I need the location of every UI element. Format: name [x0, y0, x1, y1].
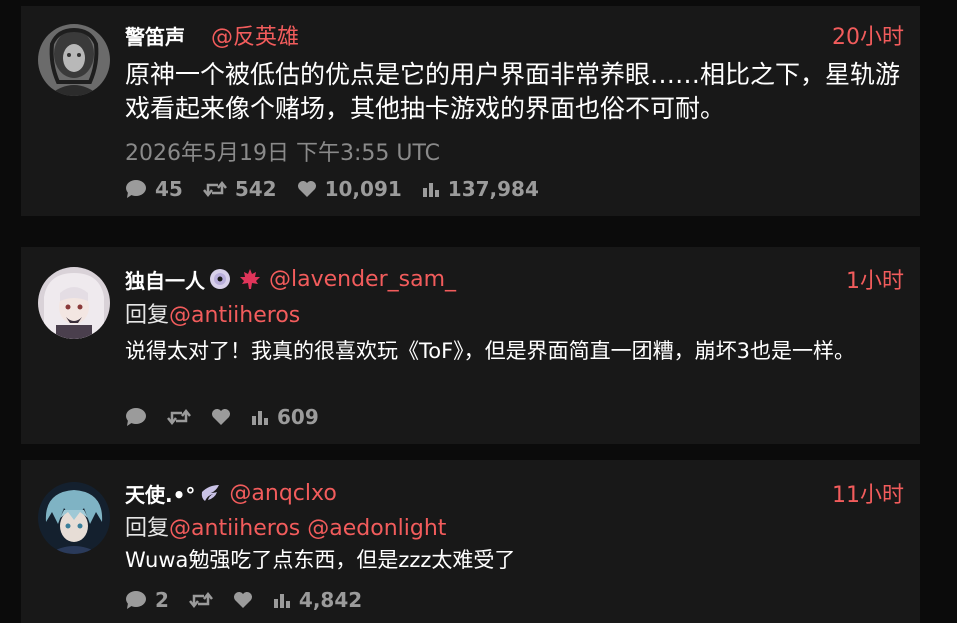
- reply-context: 回复@antiiheros @aedonlight: [125, 510, 446, 542]
- tweet-card[interactable]: 天使.•° @anqclxo 11小时 回复@antiiheros @aedon…: [21, 460, 920, 623]
- like-button[interactable]: [211, 408, 231, 426]
- avatar[interactable]: [38, 24, 110, 96]
- wing-icon: [199, 483, 221, 503]
- bar-chart-icon: [251, 408, 269, 426]
- display-name[interactable]: 警笛声: [125, 21, 185, 50]
- retweet-button[interactable]: [167, 407, 191, 427]
- like-button[interactable]: [233, 591, 253, 609]
- display-name[interactable]: 独自一人: [125, 265, 205, 294]
- tweet-time[interactable]: 1小时: [846, 263, 904, 295]
- view-count: 137,984: [447, 177, 539, 201]
- retweet-icon: [167, 407, 191, 427]
- view-count: 4,842: [298, 588, 363, 612]
- tweet-time[interactable]: 11小时: [832, 477, 904, 509]
- reply-mention-link[interactable]: @antiiheros @aedonlight: [169, 516, 446, 541]
- tweet-actions: 609: [125, 404, 339, 430]
- avatar[interactable]: [38, 482, 110, 554]
- heart-icon: [211, 408, 231, 426]
- user-handle[interactable]: @lavender_sam_: [269, 267, 456, 292]
- heart-icon: [297, 180, 317, 198]
- tweet-header: 天使.•° @anqclxo 11小时: [125, 477, 904, 509]
- view-count: 609: [277, 405, 319, 429]
- tweet-text: 原神一个被低估的优点是它的用户界面非常养眼……相比之下，星轨游戏看起来像个赌场，…: [125, 60, 901, 123]
- tweet-actions: 2 4,842: [125, 587, 382, 613]
- reply-prefix: 回复: [125, 516, 170, 541]
- tweet-date: 2026年5月19日 下午3:55 UTC: [125, 141, 440, 166]
- crescent-moon-icon: [189, 26, 203, 44]
- maple-leaf-icon: [239, 268, 261, 290]
- reply-icon: [125, 179, 147, 199]
- timeline: 警笛声 @反英雄 20小时 原神一个被低估的优点是它的用户界面非常养眼……相比之…: [0, 0, 957, 623]
- tweet-text: 说得太对了！我真的很喜欢玩《ToF》，但是界面简直一团糟，崩坏3也是一样。: [125, 339, 856, 363]
- retweet-button[interactable]: 542: [202, 177, 277, 201]
- retweet-button[interactable]: [188, 590, 213, 610]
- reply-count: 2: [155, 588, 169, 612]
- reply-context: 回复@antiiheros: [125, 297, 300, 329]
- tweet-time[interactable]: 20小时: [832, 19, 904, 51]
- disc-icon: [209, 268, 231, 290]
- retweet-count: 542: [234, 177, 277, 201]
- tweet-card[interactable]: 独自一人 @lavender_sam_ 1小时 回复@antiiheros 说得…: [21, 247, 920, 444]
- retweet-icon: [188, 590, 213, 610]
- reply-mention-link[interactable]: @antiiheros: [169, 303, 300, 328]
- tweet-text: Wuwa勉强吃了点东西，但是zzz太难受了: [125, 548, 516, 572]
- retweet-icon: [202, 179, 227, 199]
- tweet-header: 独自一人 @lavender_sam_ 1小时: [125, 263, 904, 295]
- views-button[interactable]: 609: [251, 405, 319, 429]
- bar-chart-icon: [422, 180, 440, 198]
- reply-button[interactable]: 2: [125, 588, 169, 612]
- reply-button[interactable]: [125, 407, 147, 427]
- display-name[interactable]: 天使.•°: [125, 479, 195, 508]
- reply-count: 45: [155, 177, 183, 201]
- like-count: 10,091: [324, 177, 402, 201]
- like-button[interactable]: 10,091: [297, 177, 402, 201]
- reply-icon: [125, 590, 147, 610]
- avatar[interactable]: [38, 267, 110, 339]
- tweet-actions: 45 542 10,091 137,984: [125, 176, 559, 202]
- tweet-header: 警笛声 @反英雄 20小时: [125, 19, 904, 51]
- heart-icon: [233, 591, 253, 609]
- reply-prefix: 回复: [125, 303, 170, 328]
- bar-chart-icon: [273, 591, 291, 609]
- tweet-card[interactable]: 警笛声 @反英雄 20小时 原神一个被低估的优点是它的用户界面非常养眼……相比之…: [21, 6, 920, 216]
- views-button[interactable]: 4,842: [273, 588, 362, 612]
- reply-button[interactable]: 45: [125, 177, 183, 201]
- user-handle[interactable]: @anqclxo: [229, 481, 336, 506]
- reply-icon: [125, 407, 147, 427]
- user-handle[interactable]: @反英雄: [211, 19, 299, 51]
- views-button[interactable]: 137,984: [422, 177, 539, 201]
